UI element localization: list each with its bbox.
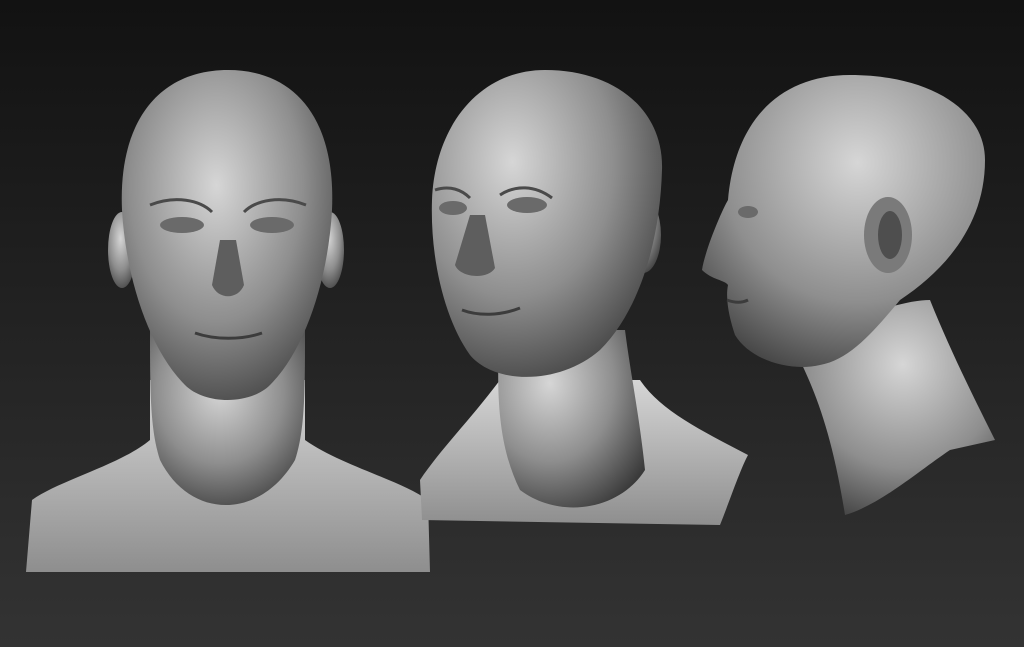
viewport [0,0,1024,647]
bust-front-right-eye [250,217,294,233]
bust-quarter-right-eye [507,197,547,213]
bust-profile-eye [738,206,758,218]
bust-front-left-eye [160,217,204,233]
bust-quarter-left-eye [439,201,467,215]
bust-profile-ear-inner [878,211,902,259]
viewport-background [0,0,1024,647]
